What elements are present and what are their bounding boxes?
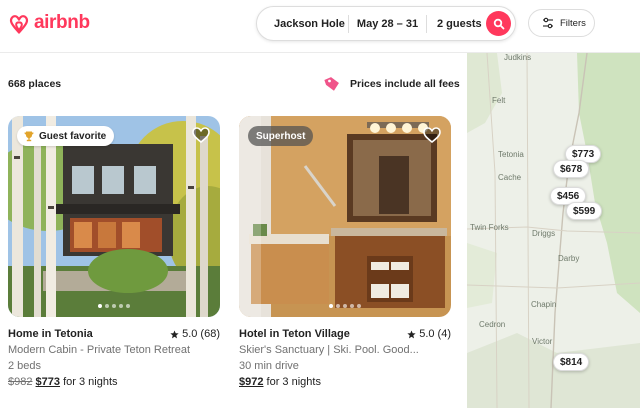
- map-place-label: Felt: [492, 96, 506, 105]
- header: airbnb Jackson Hole May 28 – 31 2 guests…: [0, 0, 640, 53]
- listing-card[interactable]: Guest favorite Home in Tetonia 5.0 (68) …: [8, 116, 220, 390]
- map-place-label: Driggs: [532, 229, 556, 238]
- fees-note-text: Prices include all fees: [350, 78, 460, 90]
- airbnb-logo-icon: [9, 15, 29, 34]
- listing-detail: 2 beds: [8, 360, 42, 372]
- guest-favorite-badge: Guest favorite: [17, 126, 115, 146]
- search-bar[interactable]: Jackson Hole May 28 – 31 2 guests: [256, 6, 516, 41]
- map-place-label: Twin Forks: [470, 223, 509, 232]
- listing-price: $982 $773 for 3 nights: [8, 374, 220, 390]
- price-suffix: for 3 nights: [263, 376, 321, 388]
- results-count: 668 places: [8, 78, 62, 90]
- search-guests[interactable]: 2 guests: [427, 18, 488, 30]
- pagination-dot: [329, 304, 333, 308]
- search-icon: [493, 18, 504, 29]
- cabin-photo: [8, 116, 220, 317]
- listing-subtitle: Skier's Sanctuary | Ski. Pool. Good...: [239, 344, 419, 356]
- map-place-label: Cache: [498, 173, 522, 182]
- listing-card[interactable]: Superhost Hotel in Teton Village 5.0 (4)…: [239, 116, 451, 390]
- filters-icon: [543, 17, 553, 29]
- map-price-pin[interactable]: $599: [566, 202, 603, 220]
- map-price-pin[interactable]: $678: [553, 160, 590, 178]
- map-place-label: Darby: [558, 254, 580, 263]
- trophy-icon: [24, 131, 34, 142]
- rating-value: 5.0 (4): [419, 328, 451, 340]
- search-location[interactable]: Jackson Hole: [257, 18, 348, 30]
- current-price[interactable]: $773: [36, 376, 60, 388]
- map-place-label: Tetonia: [498, 150, 524, 159]
- listing-detail: 30 min drive: [239, 360, 299, 372]
- badge-label: Superhost: [256, 130, 306, 142]
- listing-rating: 5.0 (4): [407, 328, 451, 340]
- photo-pagination: [8, 304, 220, 308]
- photo-pagination: [239, 304, 451, 308]
- listing-info: Home in Tetonia 5.0 (68) Modern Cabin - …: [8, 326, 220, 390]
- listing-title: Hotel in Teton Village: [239, 328, 350, 340]
- airbnb-logo[interactable]: airbnb: [8, 11, 90, 35]
- rating-value: 5.0 (68): [182, 328, 220, 340]
- logo-wordmark: airbnb: [34, 12, 90, 33]
- filters-button[interactable]: Filters: [528, 9, 595, 37]
- fees-note: Prices include all fees: [322, 74, 460, 94]
- superhost-badge: Superhost: [248, 126, 314, 146]
- listing-info: Hotel in Teton Village 5.0 (4) Skier's S…: [239, 326, 451, 390]
- pagination-dot: [98, 304, 102, 308]
- listing-rating: 5.0 (68): [170, 328, 220, 340]
- listing-price: $972 for 3 nights: [239, 374, 451, 390]
- map-place-label: Cedron: [479, 320, 506, 329]
- bathroom-photo: [239, 116, 451, 317]
- pagination-dot: [357, 304, 361, 308]
- heart-icon[interactable]: [191, 125, 211, 145]
- price-suffix: for 3 nights: [60, 376, 118, 388]
- pagination-dot: [105, 304, 109, 308]
- price-tag-icon: [324, 77, 339, 91]
- map-place-label: Victor: [532, 337, 553, 346]
- pagination-dot: [343, 304, 347, 308]
- search-dates[interactable]: May 28 – 31: [349, 18, 426, 30]
- badge-label: Guest favorite: [39, 130, 107, 142]
- map-price-pin[interactable]: $814: [553, 353, 590, 371]
- pagination-dot: [126, 304, 130, 308]
- pagination-dot: [336, 304, 340, 308]
- map-place-label: Judkins: [504, 53, 532, 62]
- star-icon: [170, 329, 179, 338]
- pagination-dot: [350, 304, 354, 308]
- star-icon: [407, 329, 416, 338]
- listing-title: Home in Tetonia: [8, 328, 93, 340]
- filters-label: Filters: [560, 17, 586, 29]
- map-panel[interactable]: Judkins Felt Tetonia Cache Twin Forks Dr…: [467, 53, 640, 408]
- current-price[interactable]: $972: [239, 376, 263, 388]
- heart-icon[interactable]: [422, 125, 442, 145]
- listing-photo[interactable]: Superhost: [239, 116, 451, 317]
- original-price: $982: [8, 376, 33, 388]
- listing-subtitle: Modern Cabin - Private Teton Retreat: [8, 344, 190, 356]
- pagination-dot: [112, 304, 116, 308]
- pagination-dot: [119, 304, 123, 308]
- listing-photo[interactable]: Guest favorite: [8, 116, 220, 317]
- search-button[interactable]: [486, 11, 511, 36]
- map-place-label: Chapin: [531, 300, 557, 309]
